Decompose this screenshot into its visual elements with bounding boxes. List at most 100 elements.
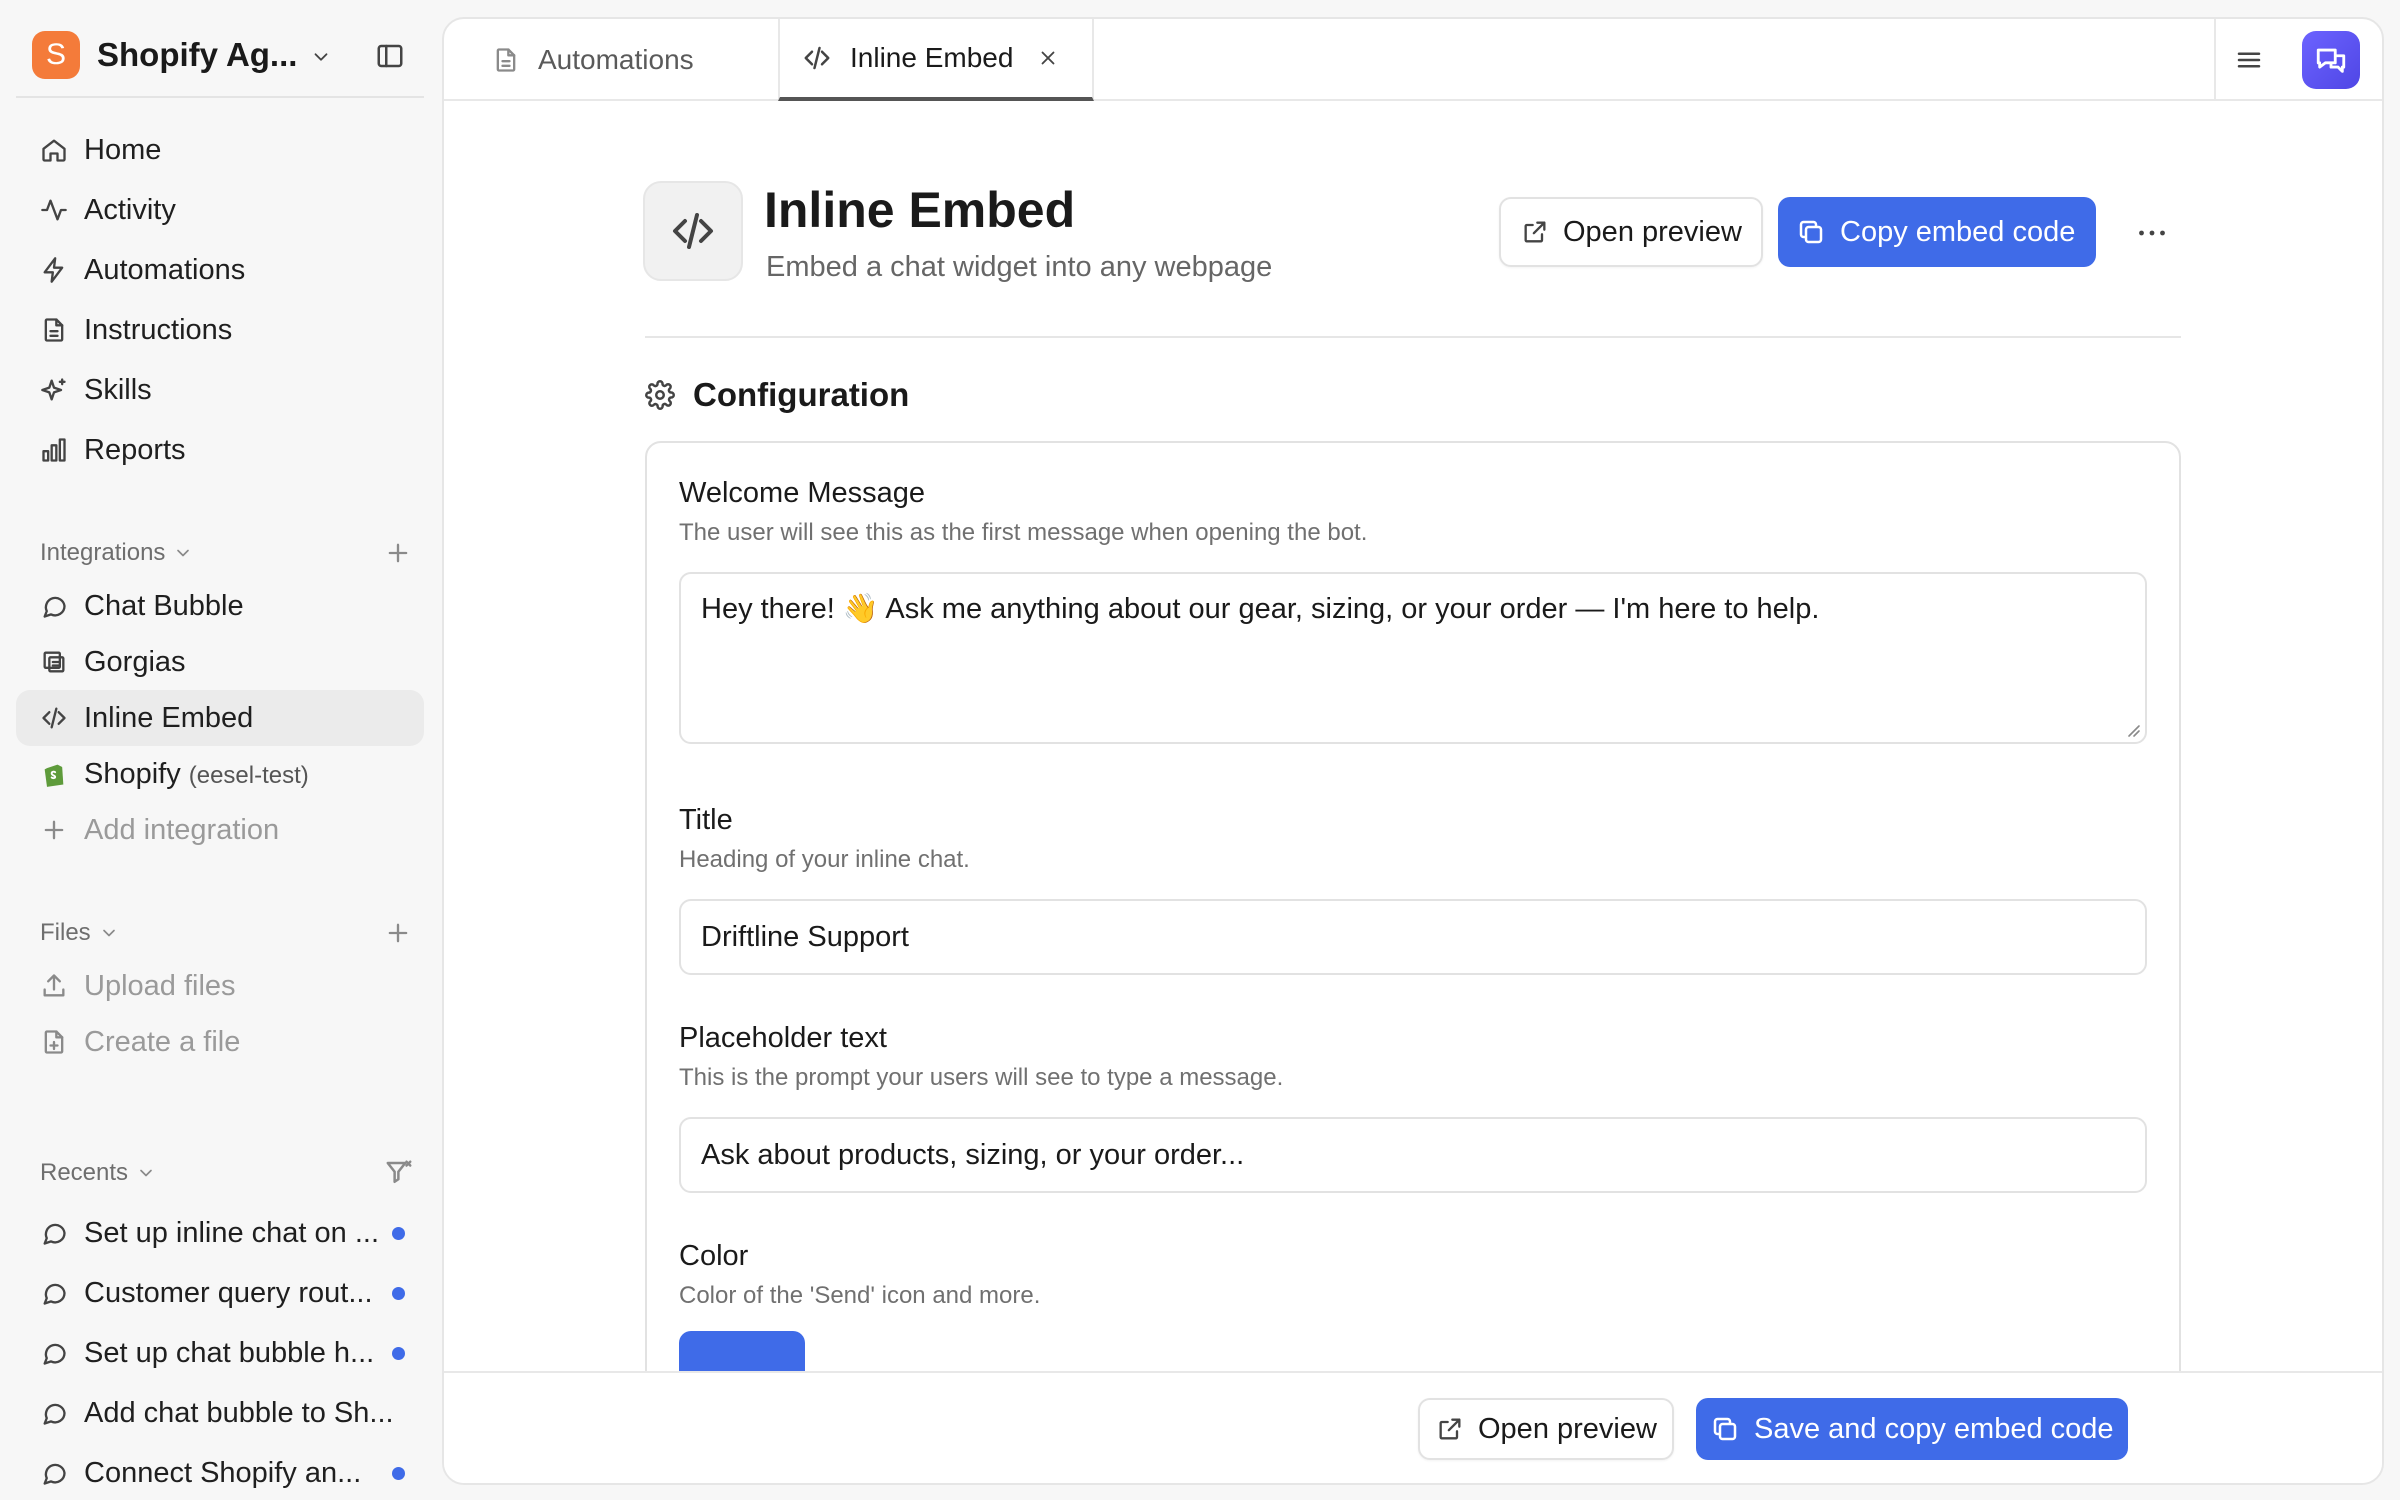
placeholder-text-input[interactable]: Ask about products, sizing, or your orde…	[679, 1117, 2147, 1193]
welcome-message-label: Welcome Message	[679, 477, 926, 509]
sidebar-toggle-icon[interactable]	[375, 41, 405, 71]
chevron-down-icon	[102, 929, 115, 937]
recent-item-label: Set up inline chat on ...	[84, 1216, 380, 1249]
sidebar-item-skills[interactable]: Skills	[16, 362, 424, 418]
gorgias-icon	[40, 648, 68, 676]
copy-icon	[1799, 220, 1823, 244]
upload-icon	[40, 972, 68, 1000]
sidebar-item-create-file[interactable]: Create a file	[16, 1014, 424, 1070]
tab-automations[interactable]: Automations	[444, 19, 778, 101]
save-and-copy-embed-code-button[interactable]: Save and copy embed code	[1696, 1398, 2128, 1460]
recent-item[interactable]: Add chat bubble to Sh...	[16, 1385, 424, 1441]
filter-icon[interactable]	[384, 1158, 414, 1188]
plus-icon	[40, 816, 68, 844]
sidebar-item-label: Reports	[84, 433, 186, 466]
placeholder-text-help: This is the prompt your users will see t…	[679, 1064, 1284, 1091]
integrations-header[interactable]: Integrations	[40, 539, 193, 567]
sidebar-item-chat-bubble[interactable]: Chat Bubble	[16, 578, 424, 634]
sidebar: S Shopify Ag... Home Activity Automation…	[0, 0, 440, 1500]
files-header[interactable]: Files	[40, 919, 119, 947]
shopify-store-name: (eesel-test)	[188, 761, 309, 789]
sidebar-item-instructions[interactable]: Instructions	[16, 302, 424, 358]
unread-dot	[392, 1347, 405, 1360]
workspace-switcher[interactable]: S Shopify Ag...	[32, 31, 297, 79]
workspace-name: Shopify Ag...	[97, 36, 298, 73]
lightning-icon	[40, 256, 68, 284]
chat-bubble-icon	[40, 1339, 68, 1367]
workspace-logo: S	[32, 31, 80, 79]
sidebar-item-reports[interactable]: Reports	[16, 422, 424, 478]
bar-chart-icon	[40, 436, 68, 464]
chevron-down-icon	[177, 549, 190, 557]
sidebar-item-gorgias[interactable]: Gorgias	[16, 634, 424, 690]
unread-dot	[392, 1227, 405, 1240]
sidebar-item-label: Automations	[84, 253, 246, 286]
sidebar-item-add-integration[interactable]: Add integration	[16, 802, 424, 858]
recent-item[interactable]: Set up inline chat on ...	[16, 1205, 424, 1261]
sidebar-item-label: Upload files	[84, 969, 236, 1002]
activity-icon	[40, 196, 68, 224]
sidebar-item-inline-embed[interactable]: Inline Embed	[16, 690, 424, 746]
chevron-down-icon[interactable]	[310, 46, 332, 68]
more-options-icon[interactable]	[2134, 215, 2170, 251]
recent-item[interactable]: Connect Shopify an...	[16, 1445, 424, 1500]
resize-handle-icon[interactable]	[2123, 720, 2141, 738]
open-preview-label: Open preview	[1563, 215, 1742, 248]
sidebar-item-label: Gorgias	[84, 645, 186, 678]
sidebar-item-automations[interactable]: Automations	[16, 242, 424, 298]
chat-bubble-icon	[40, 1219, 68, 1247]
sidebar-item-activity[interactable]: Activity	[16, 182, 424, 238]
recent-item-label: Customer query rout...	[84, 1276, 373, 1309]
tab-bar: Automations Inline Embed	[444, 19, 2382, 101]
title-value: Driftline Support	[701, 920, 909, 953]
close-icon[interactable]	[1037, 47, 1059, 69]
chevron-down-icon	[140, 1169, 152, 1177]
sidebar-item-label: Create a file	[84, 1025, 241, 1058]
add-integration-plus-icon[interactable]	[384, 539, 412, 567]
sidebar-item-upload-files[interactable]: Upload files	[16, 958, 424, 1014]
tab-label: Automations	[538, 44, 694, 75]
document-icon	[40, 316, 68, 344]
menu-icon[interactable]	[2234, 45, 2264, 75]
chat-assistant-button[interactable]	[2302, 31, 2360, 89]
welcome-message-textarea[interactable]: Hey there! 👋 Ask me anything about our g…	[679, 572, 2147, 744]
sidebar-item-label: Home	[84, 133, 162, 166]
inline-embed-icon	[643, 181, 743, 281]
recent-item-label: Connect Shopify an...	[84, 1456, 362, 1489]
recent-item[interactable]: Set up chat bubble h...	[16, 1325, 424, 1381]
recents-header[interactable]: Recents	[40, 1159, 156, 1187]
sidebar-item-label: Skills	[84, 373, 152, 406]
tab-bar-separator	[2214, 19, 2216, 101]
save-and-copy-label: Save and copy embed code	[1754, 1412, 2114, 1445]
title-input[interactable]: Driftline Support	[679, 899, 2147, 975]
header-divider	[645, 336, 2181, 338]
footer-open-preview-button[interactable]: Open preview	[1418, 1398, 1674, 1460]
files-header-label: Files	[40, 919, 91, 946]
external-link-icon	[1439, 1418, 1461, 1440]
color-label: Color	[679, 1240, 749, 1272]
document-icon	[496, 48, 516, 72]
shopify-label: Shopify	[84, 757, 181, 790]
chat-bubble-icon	[40, 1279, 68, 1307]
open-preview-button[interactable]: Open preview	[1499, 197, 1763, 267]
welcome-message-value: Hey there! 👋 Ask me anything about our g…	[701, 593, 1820, 625]
copy-embed-code-button[interactable]: Copy embed code	[1778, 197, 2096, 267]
tab-inline-embed[interactable]: Inline Embed	[778, 19, 1094, 101]
sidebar-item-home[interactable]: Home	[16, 122, 424, 178]
chat-bubble-icon	[40, 1459, 68, 1487]
main-panel: Automations Inline Embed Inline Embed Em…	[442, 17, 2384, 1485]
add-file-plus-icon[interactable]	[384, 919, 412, 947]
sidebar-item-label: Add integration	[84, 813, 280, 846]
sidebar-item-label: Activity	[84, 193, 176, 226]
sparkles-icon	[40, 376, 68, 404]
footer-bar: Open preview Save and copy embed code	[444, 1371, 2382, 1483]
shopify-icon	[40, 760, 68, 788]
sidebar-item-label: Instructions	[84, 313, 233, 346]
chat-bubble-icon	[40, 592, 68, 620]
welcome-message-help: The user will see this as the first mess…	[679, 519, 1368, 546]
unread-dot	[392, 1467, 405, 1480]
page-title: Inline Embed	[764, 182, 1076, 238]
copy-icon	[1713, 1417, 1737, 1441]
recent-item[interactable]: Customer query rout...	[16, 1265, 424, 1321]
sidebar-item-shopify[interactable]: Shopify (eesel-test)	[16, 746, 424, 802]
